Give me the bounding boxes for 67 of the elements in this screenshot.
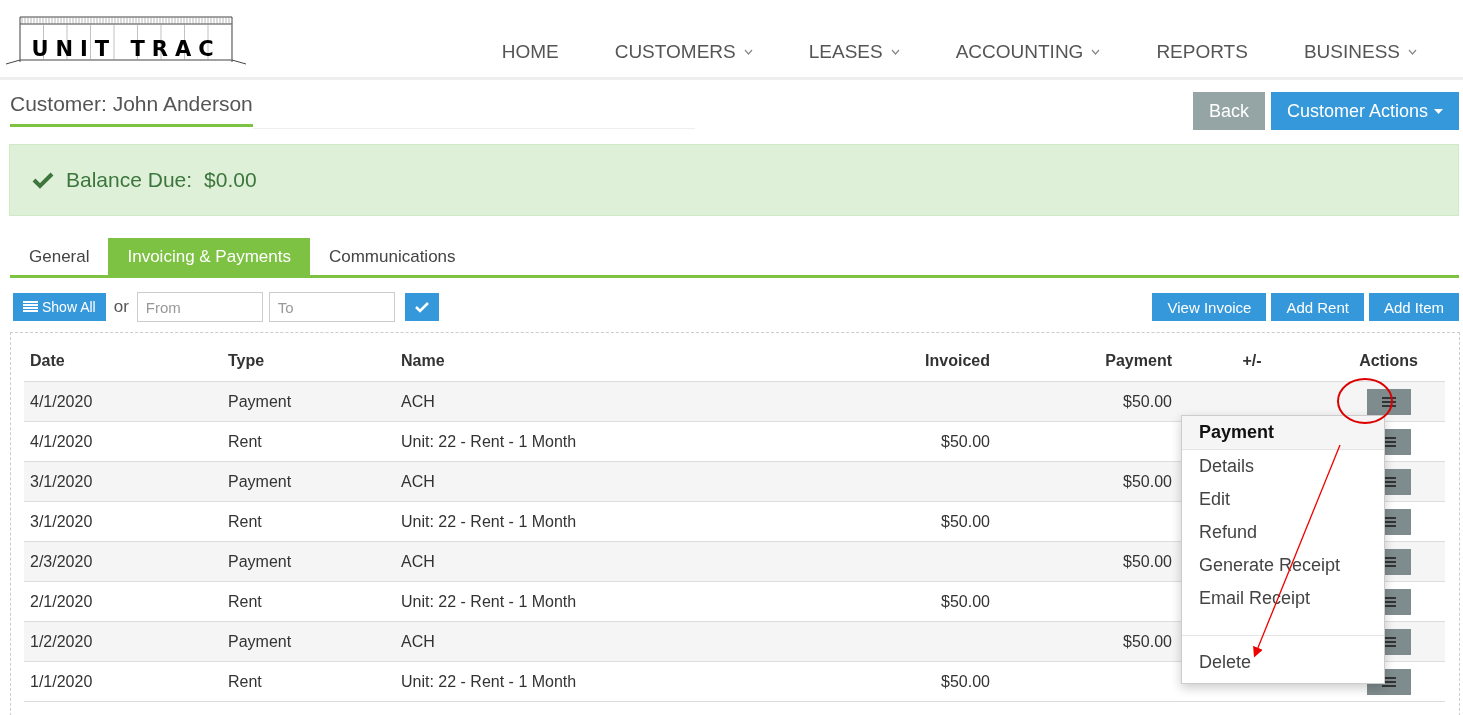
table-cell-text: Payment xyxy=(227,472,293,491)
table-cell: $50.00 xyxy=(1123,552,1172,570)
table-cell-text: 4/1/2020 xyxy=(29,392,94,411)
menu-item[interactable]: Refund xyxy=(1182,516,1384,549)
table-cell: $50.00 xyxy=(1123,632,1172,650)
column-header: Payment xyxy=(1104,352,1172,370)
column-header: Date xyxy=(29,352,66,370)
table-cell-text: Unit: 22 - Rent - 1 Month xyxy=(400,672,578,691)
table-cell: $50.00 xyxy=(941,512,990,530)
nav-link[interactable]: HOME xyxy=(471,41,585,63)
table-cell-text: Rent xyxy=(227,592,263,611)
tab[interactable]: Communications xyxy=(309,238,475,275)
check-icon xyxy=(32,171,54,189)
table-cell: $50.00 xyxy=(941,672,990,690)
table-cell-text: ACH xyxy=(400,552,436,571)
menu-icon xyxy=(1381,396,1396,407)
menu-button[interactable] xyxy=(1366,388,1411,415)
caret-icon xyxy=(1434,108,1443,114)
table-cell-text: 1/1/2020 xyxy=(29,672,94,691)
balance-label: Balance Due: xyxy=(66,168,193,192)
menu-header: Payment xyxy=(1182,416,1384,450)
logo-drawing: UNIT TRAC xyxy=(4,14,246,66)
table-cell-text: 3/1/2020 xyxy=(29,512,94,531)
table-cell-text: Unit: 22 - Rent - 1 Month xyxy=(400,592,578,611)
to-date-field[interactable]: To xyxy=(268,292,395,322)
table-cell-text: Unit: 22 - Rent - 1 Month xyxy=(400,512,578,531)
tab[interactable]: General xyxy=(10,238,109,275)
table-cell-text: 4/1/2020 xyxy=(29,432,94,451)
table-cell-text: 2/1/2020 xyxy=(29,592,94,611)
column-header: Actions xyxy=(1359,352,1418,370)
nav-link[interactable]: LEASES xyxy=(778,41,926,63)
nav-link[interactable]: ACCOUNTING xyxy=(925,41,1127,63)
menu-item[interactable]: Details xyxy=(1182,450,1384,483)
table-cell-text: Rent xyxy=(227,672,263,691)
or-label: or xyxy=(112,297,130,317)
table-cell-text: ACH xyxy=(400,472,436,491)
nav-link[interactable]: BUSINESS xyxy=(1273,41,1443,63)
from-date-field[interactable]: From xyxy=(136,292,263,322)
column-header: Invoiced xyxy=(924,352,990,370)
table-cell: $50.00 xyxy=(941,432,990,450)
highlight-circle xyxy=(1337,378,1393,424)
table-cell-text: Unit: 22 - Rent - 1 Month xyxy=(400,432,578,451)
table-cell-text: 2/3/2020 xyxy=(29,552,94,571)
nav-link[interactable]: REPORTS xyxy=(1126,41,1274,63)
menu-item[interactable]: Delete xyxy=(1182,644,1384,683)
table-cell-text: Payment xyxy=(227,552,293,571)
menu-item[interactable]: Edit xyxy=(1182,483,1384,516)
table-cell-text: 3/1/2020 xyxy=(29,472,94,491)
table-cell-text: Payment xyxy=(227,632,293,651)
check-icon xyxy=(414,301,429,313)
table-cell-text: Rent xyxy=(227,512,263,531)
list-icon xyxy=(23,301,38,313)
table-cell-text: Payment xyxy=(227,392,293,411)
table-cell-text: 1/2/2020 xyxy=(29,632,94,651)
table-cell: $50.00 xyxy=(1123,392,1172,410)
nav-link[interactable]: CUSTOMERS xyxy=(584,41,779,63)
column-header: +/- xyxy=(1242,352,1262,370)
column-header: Name xyxy=(400,352,446,370)
table-cell-text: ACH xyxy=(400,632,436,651)
column-header: Type xyxy=(227,352,266,370)
table-cell-text: Rent xyxy=(227,432,263,451)
balance-value: $0.00 xyxy=(204,168,257,192)
apply-button[interactable] xyxy=(404,293,439,321)
table-cell: $50.00 xyxy=(941,592,990,610)
page-title: Customer: John Anderson xyxy=(10,92,253,127)
table-cell-text: ACH xyxy=(400,392,436,411)
table-cell: $50.00 xyxy=(1123,472,1172,490)
